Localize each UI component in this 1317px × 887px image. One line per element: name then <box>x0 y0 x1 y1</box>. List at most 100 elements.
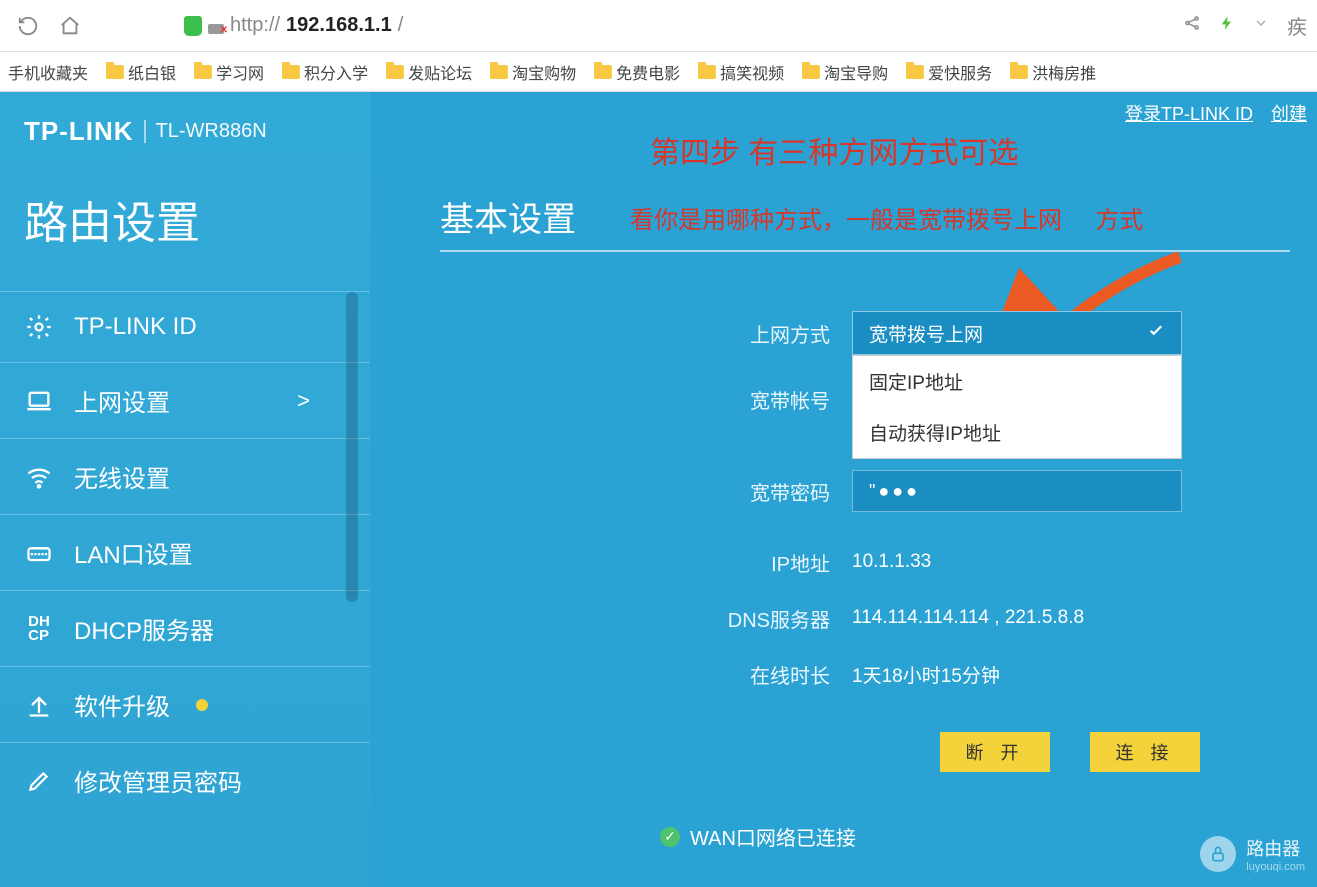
label-dns: DNS服务器 <box>660 604 830 633</box>
folder-icon <box>490 65 508 79</box>
watermark-url: luyouqi.com <box>1246 861 1305 873</box>
laptop-icon <box>24 386 54 416</box>
nav-label: TP-LINK ID <box>74 313 197 341</box>
row-uptime: 在线时长 1天18小时15分钟 <box>660 646 1300 702</box>
browser-toolbar: http:// 192.168.1.1 / 疾 <box>0 0 1317 52</box>
wifi-icon <box>24 462 54 492</box>
nav-label: 无线设置 <box>74 459 170 494</box>
nav-firmware-upgrade[interactable]: 软件升级 <box>0 666 370 742</box>
bookmark-item[interactable]: 搞笑视频 <box>698 60 784 84</box>
url-path: / <box>398 14 404 37</box>
folder-icon <box>106 65 124 79</box>
nav-tplink-id[interactable]: TP-LINK ID <box>0 291 370 362</box>
bookmark-item[interactable]: 发贴论坛 <box>386 60 472 84</box>
bookmark-item[interactable]: 学习网 <box>194 60 264 84</box>
ethernet-icon <box>24 538 54 568</box>
folder-icon <box>1010 65 1028 79</box>
folder-icon <box>194 65 212 79</box>
check-circle-icon: ✓ <box>660 827 680 847</box>
watermark-title: 路由器 <box>1246 835 1305 861</box>
annotation-hint: 看你是用哪种方式，一般是宽带拨号上网 方式 <box>630 200 1143 235</box>
disconnect-button[interactable]: 断 开 <box>940 732 1050 772</box>
brand-logo: TP-LINK <box>24 116 134 147</box>
folder-icon <box>698 65 716 79</box>
bookmark-item[interactable]: 爱快服务 <box>906 60 992 84</box>
check-icon <box>1147 321 1165 345</box>
chevron-down-icon[interactable] <box>1253 15 1269 36</box>
bookmark-item[interactable]: 淘宝导购 <box>802 60 888 84</box>
bookmark-item[interactable]: 免费电影 <box>594 60 680 84</box>
wan-status: ✓ WAN口网络已连接 <box>660 822 856 851</box>
value-ip: 10.1.1.33 <box>852 551 931 573</box>
chevron-right-icon: > <box>297 388 310 414</box>
watermark-icon <box>1200 836 1236 872</box>
nav-label: 修改管理员密码 <box>74 763 242 798</box>
button-row: 断 开 连 接 <box>940 732 1200 772</box>
bookmark-item[interactable]: 积分入学 <box>282 60 368 84</box>
nav-label: 上网设置 <box>74 383 170 418</box>
dropdown-selected[interactable]: 宽带拨号上网 <box>852 311 1182 355</box>
share-icon[interactable] <box>1183 14 1201 37</box>
dhcp-icon: DHCP <box>24 614 54 644</box>
bookmark-item[interactable]: 洪梅房推 <box>1010 60 1096 84</box>
nav-internet-settings[interactable]: 上网设置 > <box>0 362 370 438</box>
folder-icon <box>386 65 404 79</box>
right-text: 疾 <box>1287 11 1307 40</box>
bookmark-item[interactable]: 纸白银 <box>106 60 176 84</box>
password-input[interactable]: " ●●● <box>852 470 1182 512</box>
nav-lan-settings[interactable]: LAN口设置 <box>0 514 370 590</box>
sidebar-scrollbar[interactable] <box>346 292 358 602</box>
nav-dhcp-server[interactable]: DHCP DHCP服务器 <box>0 590 370 666</box>
gear-icon <box>24 312 54 342</box>
value-uptime: 1天18小时15分钟 <box>852 661 1000 688</box>
form: 上网方式 宽带拨号上网 固定IP地址 自动获得IP地址 宽带帐号 <box>660 302 1300 702</box>
refresh-button[interactable] <box>10 8 46 44</box>
dropdown-list: 固定IP地址 自动获得IP地址 <box>852 355 1182 459</box>
annotation-step: 第四步 有三种方网方式可选 <box>650 128 1018 172</box>
top-links: 登录TP-LINK ID 创建 <box>1125 100 1307 126</box>
nav-list: TP-LINK ID 上网设置 > 无线设置 LAN口设置 <box>0 291 370 818</box>
folder-icon <box>906 65 924 79</box>
connect-button[interactable]: 连 接 <box>1090 732 1200 772</box>
home-button[interactable] <box>52 8 88 44</box>
url-host: 192.168.1.1 <box>286 14 392 37</box>
nav-label: LAN口设置 <box>74 535 193 570</box>
row-ip: IP地址 10.1.1.33 <box>660 534 1300 590</box>
logo-row: TP-LINK TL-WR886N <box>0 116 370 157</box>
pencil-icon <box>24 766 54 796</box>
mode-dropdown[interactable]: 宽带拨号上网 固定IP地址 自动获得IP地址 <box>852 311 1182 355</box>
folder-icon <box>282 65 300 79</box>
bookmarks-bar: 手机收藏夹 纸白银 学习网 积分入学 发贴论坛 淘宝购物 免费电影 搞笑视频 淘… <box>0 52 1317 92</box>
upload-icon <box>24 690 54 720</box>
section-title: 基本设置 <box>440 192 576 251</box>
model-label: TL-WR886N <box>144 120 267 143</box>
nav-wireless-settings[interactable]: 无线设置 <box>0 438 370 514</box>
toolbar-right: 疾 <box>1183 11 1307 40</box>
nav-label: 软件升级 <box>74 687 170 722</box>
row-dns: DNS服务器 114.114.114.114 , 221.5.8.8 <box>660 590 1300 646</box>
nav-change-admin-password[interactable]: 修改管理员密码 <box>0 742 370 818</box>
nav-label: DHCP服务器 <box>74 611 214 646</box>
dropdown-option[interactable]: 自动获得IP地址 <box>853 407 1181 458</box>
update-dot-icon <box>196 699 208 711</box>
url-protocol: http:// <box>230 14 280 37</box>
divider <box>440 250 1290 252</box>
sidebar: TP-LINK TL-WR886N 路由设置 TP-LINK ID 上网设置 > <box>0 92 370 887</box>
insecure-lock-icon <box>208 18 224 34</box>
folder-icon <box>594 65 612 79</box>
status-text: WAN口网络已连接 <box>690 822 856 851</box>
login-link[interactable]: 登录TP-LINK ID <box>1125 100 1253 126</box>
label-ip: IP地址 <box>660 548 830 577</box>
content: 登录TP-LINK ID 创建 第四步 有三种方网方式可选 看你是用哪种方式，一… <box>370 92 1317 887</box>
folder-icon <box>802 65 820 79</box>
shield-icon <box>184 16 202 36</box>
bookmark-mobile-fav[interactable]: 手机收藏夹 <box>8 60 88 84</box>
dropdown-option[interactable]: 固定IP地址 <box>853 356 1181 407</box>
bookmark-item[interactable]: 淘宝购物 <box>490 60 576 84</box>
address-bar[interactable]: http:// 192.168.1.1 / <box>184 14 403 37</box>
label-uptime: 在线时长 <box>660 660 830 689</box>
app-root: TP-LINK TL-WR886N 路由设置 TP-LINK ID 上网设置 > <box>0 92 1317 887</box>
bolt-icon[interactable] <box>1219 14 1235 37</box>
create-link[interactable]: 创建 <box>1271 100 1307 126</box>
label-account: 宽带帐号 <box>660 385 830 414</box>
